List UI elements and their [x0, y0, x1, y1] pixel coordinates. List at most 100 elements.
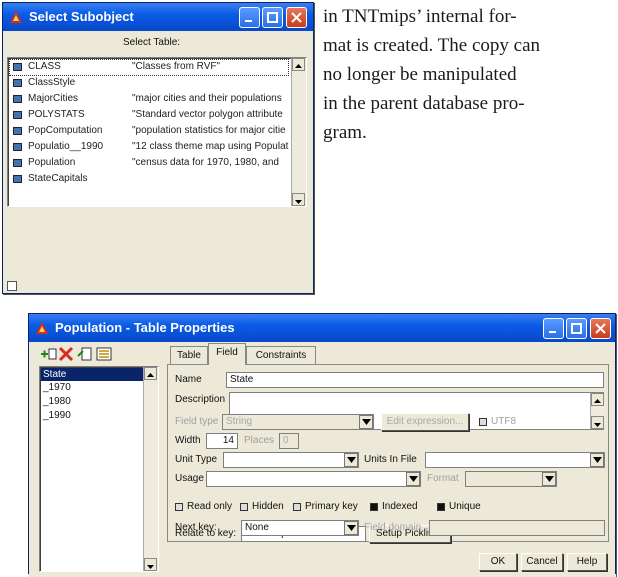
places-label: Places — [244, 435, 275, 446]
add-field-icon[interactable] — [39, 346, 57, 362]
dropdown-button[interactable] — [359, 415, 373, 429]
table-icon — [13, 111, 22, 119]
scroll-up-arrow[interactable] — [591, 393, 604, 406]
dropdown-button[interactable] — [344, 453, 358, 467]
field-type-select[interactable]: String — [222, 414, 374, 430]
table-icon — [13, 79, 22, 87]
titlebar[interactable]: Select Subobject — [3, 3, 313, 31]
read-only-label: Read only — [187, 501, 233, 512]
table-icon — [13, 159, 22, 167]
list-item[interactable]: _1980 — [41, 396, 71, 407]
usage-select[interactable] — [206, 471, 421, 487]
item-desc: "Classes from RVF" — [132, 61, 221, 72]
unit-type-label: Unit Type — [175, 454, 218, 465]
format-label: Format — [427, 473, 459, 484]
maximize-button[interactable] — [566, 318, 587, 339]
item-name: Populatio__1990 — [28, 141, 104, 152]
list-item[interactable]: _1990 — [41, 410, 71, 421]
indexed-label: Indexed — [382, 501, 418, 512]
titlebar[interactable]: Population - Table Properties — [29, 314, 615, 342]
primary-key-label: Primary key — [305, 501, 358, 512]
arrow-up-icon — [147, 373, 154, 377]
field-domain-field[interactable] — [429, 520, 605, 536]
doc-line: in TNTmips’ internal for- — [323, 6, 517, 27]
list-item[interactable]: CLASS "Classes from RVF" — [9, 59, 289, 76]
next-key-label: Next key: — [175, 522, 217, 533]
unique-checkbox[interactable] — [437, 503, 445, 511]
bottom-panel-edge — [7, 281, 17, 291]
description-label: Description — [175, 394, 226, 405]
ok-button[interactable]: OK — [479, 553, 517, 571]
item-desc: "census data for 1970, 1980, and — [132, 157, 279, 168]
field-type-label: Field type — [175, 416, 219, 427]
dropdown-button[interactable] — [590, 453, 604, 467]
list-item[interactable]: _1970 — [41, 382, 71, 393]
name-field[interactable]: State — [226, 372, 604, 388]
table-properties-window: Population - Table Properties State _197… — [28, 313, 616, 577]
description-scrollbar[interactable] — [590, 393, 605, 429]
utf8-checkbox[interactable] — [479, 418, 487, 426]
next-key-select[interactable]: None — [241, 520, 359, 536]
table-icon — [13, 127, 22, 135]
move-field-icon[interactable] — [77, 346, 93, 362]
minimize-button[interactable] — [543, 318, 564, 339]
maximize-button[interactable] — [262, 7, 283, 28]
window-title: Population - Table Properties — [55, 320, 235, 335]
primary-key-checkbox[interactable] — [293, 503, 301, 511]
scroll-up-arrow[interactable] — [144, 367, 157, 380]
minimize-button[interactable] — [239, 7, 260, 28]
places-field[interactable]: 0 — [279, 433, 299, 449]
tab-constraints[interactable]: Constraints — [246, 346, 316, 364]
table-icon — [13, 175, 22, 183]
arrow-down-icon — [147, 565, 154, 569]
tab-field[interactable]: Field — [208, 343, 246, 365]
field-domain-label: Field domain — [364, 522, 422, 533]
units-in-file-label: Units In File — [364, 454, 417, 465]
scroll-down-arrow[interactable] — [591, 416, 604, 429]
chevron-down-icon — [593, 457, 602, 463]
field-list-scrollbar[interactable] — [143, 367, 158, 571]
indexed-checkbox[interactable] — [370, 503, 378, 511]
close-button[interactable] — [286, 7, 307, 28]
width-label: Width — [175, 435, 201, 446]
edit-expression-button[interactable]: Edit expression... — [381, 413, 469, 431]
item-name: PopComputation — [28, 125, 103, 136]
cancel-button[interactable]: Cancel — [521, 553, 563, 571]
minimize-icon — [549, 331, 556, 333]
width-field[interactable]: 14 — [206, 433, 238, 449]
scroll-up-arrow[interactable] — [292, 58, 305, 71]
name-label: Name — [175, 374, 202, 385]
unit-type-select[interactable] — [223, 452, 359, 468]
scroll-down-arrow[interactable] — [292, 193, 305, 206]
read-only-checkbox[interactable] — [175, 503, 183, 511]
close-icon — [291, 12, 302, 23]
dropdown-button[interactable] — [344, 521, 358, 535]
dropdown-button[interactable] — [542, 472, 556, 486]
help-button[interactable]: Help — [567, 553, 607, 571]
format-select[interactable] — [465, 471, 557, 487]
dropdown-button[interactable] — [406, 472, 420, 486]
item-name: StateCapitals — [28, 173, 88, 184]
field-list-icon[interactable] — [95, 346, 113, 362]
item-name: CLASS — [28, 61, 61, 72]
minimize-icon — [245, 20, 252, 22]
chevron-down-icon — [545, 476, 554, 482]
next-key-value: None — [245, 522, 269, 533]
hidden-checkbox[interactable] — [240, 503, 248, 511]
hidden-label: Hidden — [252, 501, 284, 512]
tab-table[interactable]: Table — [170, 346, 208, 364]
list-scrollbar[interactable] — [291, 58, 306, 206]
item-name: POLYSTATS — [28, 109, 85, 120]
table-list[interactable]: CLASS "Classes from RVF" ClassStyle Majo… — [7, 57, 307, 207]
scroll-down-arrow[interactable] — [144, 558, 157, 571]
item-name: Population — [28, 157, 76, 168]
doc-line: no longer be manipulated — [323, 64, 517, 85]
item-desc: "12 class theme map using Populat — [132, 141, 289, 152]
delete-field-icon[interactable] — [58, 346, 74, 362]
field-list[interactable]: State _1970 _1980 _1990 — [39, 366, 159, 572]
usage-label: Usage — [175, 473, 204, 484]
list-item[interactable]: State — [41, 368, 147, 381]
document-text: in TNTmips’ internal for- mat is created… — [323, 2, 615, 147]
units-in-file-select[interactable] — [425, 452, 605, 468]
close-button[interactable] — [590, 318, 611, 339]
